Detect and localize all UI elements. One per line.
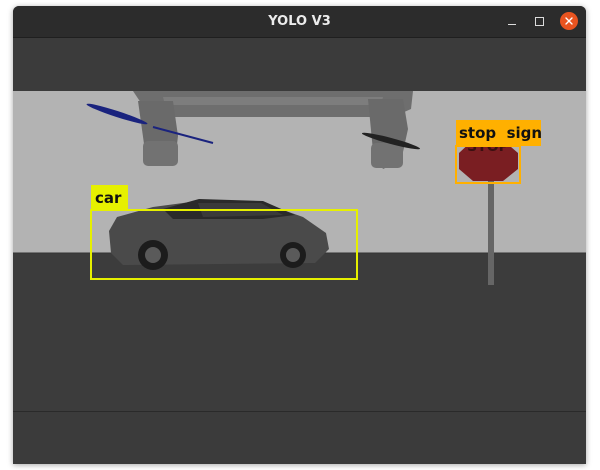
car-label: car [95,189,122,207]
bottom-panel [13,411,586,464]
stop-sign-label: stop sign [459,124,542,142]
title-bar[interactable]: YOLO V3 [13,6,586,38]
maximize-button[interactable] [528,10,550,32]
top-panel [13,38,586,91]
maximize-icon [534,16,544,26]
camera-view: STOP car stop sign [13,91,586,411]
floor-background [13,253,586,411]
close-icon [560,12,578,30]
close-button[interactable] [558,10,580,32]
minimize-icon [508,23,516,25]
app-window: YOLO V3 STOP car stop sign [13,6,586,464]
minimize-button[interactable] [501,10,523,32]
